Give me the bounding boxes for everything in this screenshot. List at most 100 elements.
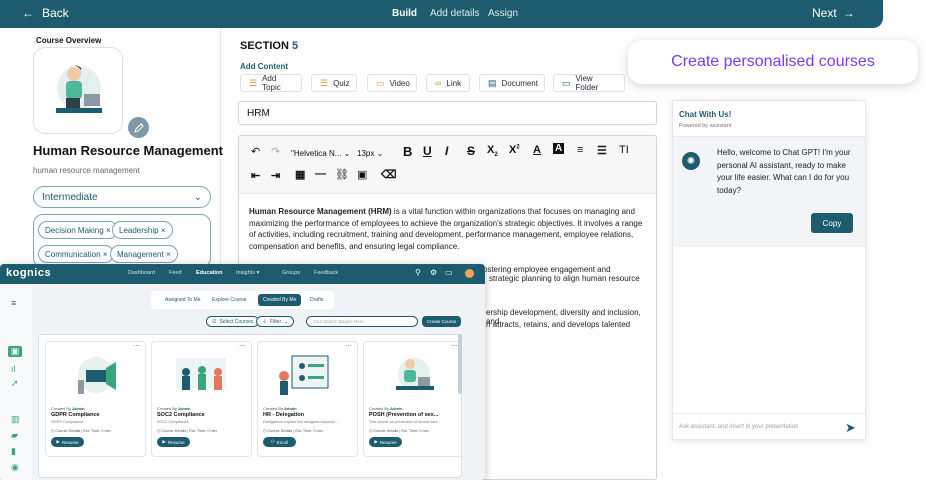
tab-explore-course[interactable]: Explore Course bbox=[207, 294, 251, 306]
course-card[interactable]: ⋯ Created By Admin GDPR Compliance GDPR … bbox=[45, 341, 146, 457]
chart-icon[interactable]: ıl bbox=[11, 364, 16, 374]
tag-chip[interactable]: Communication × bbox=[38, 245, 115, 263]
nav-education[interactable]: Education bbox=[196, 270, 223, 276]
align-icon[interactable]: ≡ bbox=[577, 144, 583, 156]
back-button[interactable]: ← Back bbox=[22, 6, 69, 20]
button-label: View Folder bbox=[575, 74, 599, 92]
course-card[interactable]: ⋯ Created By Admin POSH (Prevention of s… bbox=[363, 341, 461, 457]
arrow-left-icon: ← bbox=[22, 6, 34, 20]
bold-icon[interactable]: B bbox=[403, 144, 412, 159]
redo-icon[interactable]: ↷ bbox=[271, 145, 280, 158]
tab-assign[interactable]: Assign bbox=[488, 8, 518, 19]
tab-build[interactable]: Build bbox=[392, 8, 417, 19]
view-folder-button[interactable]: ▭ View Folder bbox=[553, 74, 625, 92]
more-icon[interactable]: ⋯ bbox=[451, 342, 458, 350]
indent-decrease-icon[interactable]: ⇤ bbox=[251, 169, 260, 182]
nav-feedback[interactable]: Feedback bbox=[314, 270, 338, 276]
resume-button[interactable]: ▶ Resume bbox=[369, 437, 402, 447]
link-icon[interactable]: ⛓ bbox=[335, 168, 349, 181]
more-icon[interactable]: ⋯ bbox=[345, 342, 352, 350]
tab-created-by-me[interactable]: Created By Me bbox=[258, 294, 302, 306]
eraser-icon[interactable]: ⌫ bbox=[381, 168, 397, 181]
filter-button[interactable]: ⏚ Filter ⌄ bbox=[256, 316, 295, 327]
horizontal-rule-icon[interactable]: — bbox=[315, 168, 326, 180]
tags-field[interactable]: Decision Making × Leadership × Communica… bbox=[33, 214, 211, 268]
subscript-icon[interactable]: X2 bbox=[487, 144, 498, 158]
level-select[interactable]: Intermediate ⌄ bbox=[33, 186, 211, 208]
more-icon[interactable]: ⋯ bbox=[133, 342, 140, 350]
edit-thumbnail-button[interactable] bbox=[128, 117, 149, 138]
italic-icon[interactable]: I bbox=[445, 144, 448, 158]
course-grid-scrollbar[interactable] bbox=[458, 334, 462, 394]
undo-icon[interactable]: ↶ bbox=[251, 145, 260, 158]
paragraph-text-fragment: n attracts, retains, and develops talent… bbox=[486, 320, 631, 329]
calendar-icon[interactable]: ▭ bbox=[445, 268, 453, 277]
nav-insights[interactable]: Insights ▾ bbox=[236, 270, 259, 276]
course-card-meta: ◷ Course Details | Est. Time: 0 min bbox=[157, 428, 217, 433]
strikethrough-icon[interactable]: S bbox=[467, 144, 475, 158]
course-card[interactable]: ⋯ Created By Admin HR - Delegation Deleg… bbox=[257, 341, 358, 457]
next-button[interactable]: Next → bbox=[812, 6, 855, 20]
avatar[interactable] bbox=[465, 269, 474, 278]
tag-chip[interactable]: Leadership × bbox=[112, 221, 173, 239]
course-card[interactable]: ⋯ Created By Admin SOC2 Compliance SOC2 … bbox=[151, 341, 252, 457]
table-icon[interactable]: ▦ bbox=[295, 168, 305, 181]
checkbox-icon: ☑ bbox=[212, 318, 217, 325]
highlight-icon[interactable]: A bbox=[553, 143, 565, 154]
topic-title-input[interactable]: HRM bbox=[238, 101, 657, 125]
close-icon[interactable]: × bbox=[106, 226, 111, 235]
resume-button[interactable]: ▶ Resume bbox=[157, 437, 190, 447]
font-family-select[interactable]: "Helvetica N... ⌄ bbox=[287, 144, 355, 162]
text-color-icon[interactable]: A bbox=[533, 144, 541, 156]
library-icon[interactable]: ▥ bbox=[11, 414, 20, 425]
education-icon[interactable]: ▣ bbox=[8, 346, 22, 357]
underline-icon[interactable]: U bbox=[423, 144, 432, 158]
send-icon[interactable]: ➤ bbox=[845, 420, 856, 436]
menu-icon[interactable]: ≡ bbox=[11, 298, 16, 308]
copy-button[interactable]: Copy bbox=[811, 213, 853, 233]
network-icon[interactable]: ⚲ bbox=[415, 268, 421, 277]
indent-increase-icon[interactable]: ⇥ bbox=[271, 169, 280, 182]
rocket-icon[interactable]: ➚ bbox=[11, 378, 19, 389]
list-icon[interactable]: ☰ bbox=[597, 144, 607, 157]
tag-chip[interactable]: Management × bbox=[110, 245, 178, 263]
folder-icon[interactable]: ▰ bbox=[11, 430, 18, 441]
close-icon[interactable]: × bbox=[166, 250, 171, 259]
button-label: Link bbox=[446, 78, 462, 88]
close-icon[interactable]: × bbox=[161, 226, 166, 235]
tab-assigned-to-me[interactable]: Assigned To Me bbox=[160, 294, 205, 306]
more-icon[interactable]: ⋯ bbox=[239, 342, 246, 350]
chat-input-placeholder: Ask assistant, and insert in your presen… bbox=[679, 424, 799, 430]
nav-groups[interactable]: Groups bbox=[282, 270, 300, 276]
paragraph-1: Human Resource Management (HRM) is a vit… bbox=[249, 206, 649, 252]
superscript-icon[interactable]: X2 bbox=[509, 144, 520, 156]
tab-drafts[interactable]: Drafts bbox=[305, 294, 328, 306]
select-courses-button[interactable]: ☑ Select Courses bbox=[206, 316, 260, 327]
image-icon[interactable]: ▣ bbox=[357, 168, 367, 181]
course-search-input[interactable]: Your Search Begins Here bbox=[306, 316, 418, 327]
enroll-button[interactable]: ⚇ Enroll bbox=[263, 437, 296, 447]
nav-dashboard[interactable]: Dashboard bbox=[128, 270, 155, 276]
document-button[interactable]: ▤ Document bbox=[479, 74, 545, 92]
tag-chip[interactable]: Decision Making × bbox=[38, 221, 118, 239]
font-size-select[interactable]: 13px ⌄ bbox=[353, 144, 395, 162]
add-topic-button[interactable]: ☰ Add Topic bbox=[240, 74, 302, 92]
feature-callout: Create personalised courses bbox=[628, 40, 918, 84]
nav-feed[interactable]: Feed bbox=[169, 270, 182, 276]
close-icon[interactable]: × bbox=[103, 250, 108, 259]
text-format-icon[interactable]: TI bbox=[619, 144, 629, 156]
course-thumbnail[interactable] bbox=[33, 47, 123, 134]
badge-icon[interactable]: ◉ bbox=[11, 462, 19, 473]
link-button[interactable]: ∞ Link bbox=[426, 74, 470, 92]
created-by-label: Created By bbox=[263, 406, 284, 411]
level-value: Intermediate bbox=[42, 192, 98, 203]
document-icon[interactable]: ▮ bbox=[11, 446, 16, 457]
video-button[interactable]: ▭ Video bbox=[367, 74, 417, 92]
quiz-button[interactable]: ☰ Quiz bbox=[311, 74, 357, 92]
tab-add-details[interactable]: Add details bbox=[430, 8, 479, 19]
gear-icon[interactable]: ⚙ bbox=[430, 268, 437, 277]
resume-button[interactable]: ▶ Resume bbox=[51, 437, 84, 447]
create-course-button[interactable]: Create Course bbox=[422, 316, 461, 327]
chat-input[interactable]: Ask assistant, and insert in your presen… bbox=[673, 413, 865, 439]
clock-icon: ◷ bbox=[51, 429, 55, 433]
